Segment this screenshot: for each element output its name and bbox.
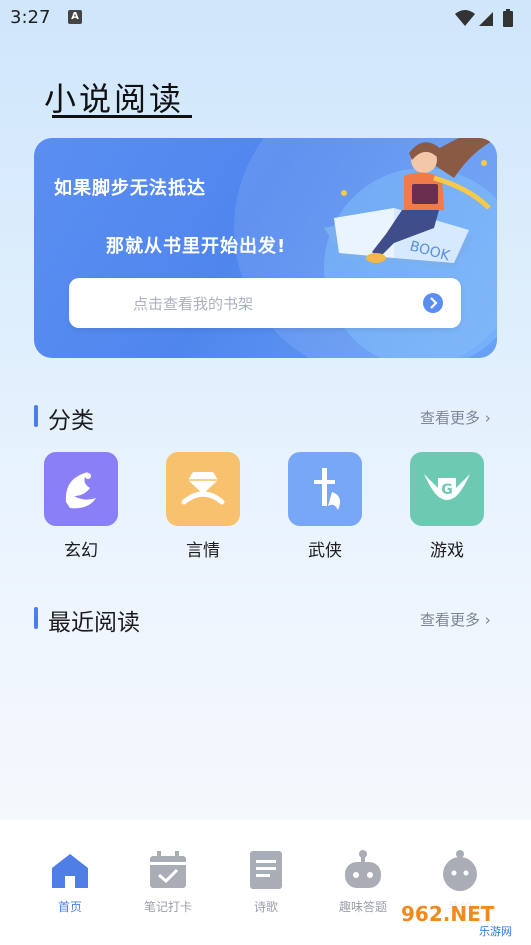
recent-more-link[interactable]: 查看更多 › <box>420 609 491 630</box>
tab-label: 笔记打卡 <box>143 900 192 914</box>
recent-reading-title: 最近阅读 <box>48 610 140 636</box>
banner-slogan-line1: 如果脚步无法抵达 <box>54 178 206 199</box>
svg-text:G: G <box>441 482 453 498</box>
robot-icon <box>341 848 385 892</box>
tab-notes-checkin[interactable]: 笔记打卡 <box>128 848 208 915</box>
category-item-youxi[interactable]: G 游戏 <box>409 452 485 561</box>
sword-icon <box>288 452 362 526</box>
diamond-ring-icon <box>166 452 240 526</box>
tab-home[interactable]: 首页 <box>30 848 110 915</box>
section-marker <box>34 405 38 427</box>
category-label: 武侠 <box>308 541 342 561</box>
recent-more-label: 查看更多 <box>420 611 481 629</box>
status-time: 3:27 <box>10 7 51 28</box>
chevron-right-icon: › <box>484 409 491 427</box>
tab-quiz[interactable]: 趣味答题 <box>323 848 403 915</box>
status-bar: 3:27 A <box>0 0 531 36</box>
categories-title: 分类 <box>48 408 94 434</box>
phoenix-icon <box>44 452 118 526</box>
profile-icon <box>438 848 482 892</box>
category-label: 玄幻 <box>64 541 98 561</box>
svg-text:962.NET: 962.NET <box>401 902 495 926</box>
hero-banner[interactable]: 如果脚步无法抵达 那就从书里开始出发! BOOK 点击查看我的书架 <box>34 138 497 358</box>
game-wings-icon: G <box>410 452 484 526</box>
calendar-check-icon <box>146 848 190 892</box>
categories-more-label: 查看更多 <box>420 409 481 427</box>
tab-label: 趣味答题 <box>338 900 387 914</box>
category-item-yanqing[interactable]: 言情 <box>165 452 241 561</box>
svg-text:乐游网: 乐游网 <box>479 925 512 938</box>
category-item-xuanhuan[interactable]: 玄幻 <box>43 452 119 561</box>
tab-label: 首页 <box>57 900 82 914</box>
title-underline <box>52 115 192 118</box>
category-label: 游戏 <box>430 541 464 561</box>
home-icon <box>48 848 92 892</box>
tab-poetry[interactable]: 诗歌 <box>226 848 306 915</box>
notification-icon: A <box>68 10 82 24</box>
categories-more-link[interactable]: 查看更多 › <box>420 407 491 428</box>
bookshelf-entry-label: 点击查看我的书架 <box>133 295 254 313</box>
chevron-right-icon: › <box>484 611 491 629</box>
page-title: 小说阅读 <box>44 80 185 118</box>
site-watermark-logo: 962.NET 乐游网 <box>395 897 525 938</box>
girl-reading-illustration: BOOK <box>324 138 497 268</box>
tab-label: 诗歌 <box>253 900 278 914</box>
document-icon <box>244 848 288 892</box>
category-item-wuxia[interactable]: 武侠 <box>287 452 363 561</box>
banner-slogan-line2: 那就从书里开始出发! <box>106 236 287 257</box>
chevron-right-icon <box>423 293 443 313</box>
bookshelf-entry-button[interactable]: 点击查看我的书架 <box>69 278 461 328</box>
signal-battery-icons <box>455 9 513 27</box>
category-label: 言情 <box>186 541 220 561</box>
section-marker <box>34 607 38 629</box>
